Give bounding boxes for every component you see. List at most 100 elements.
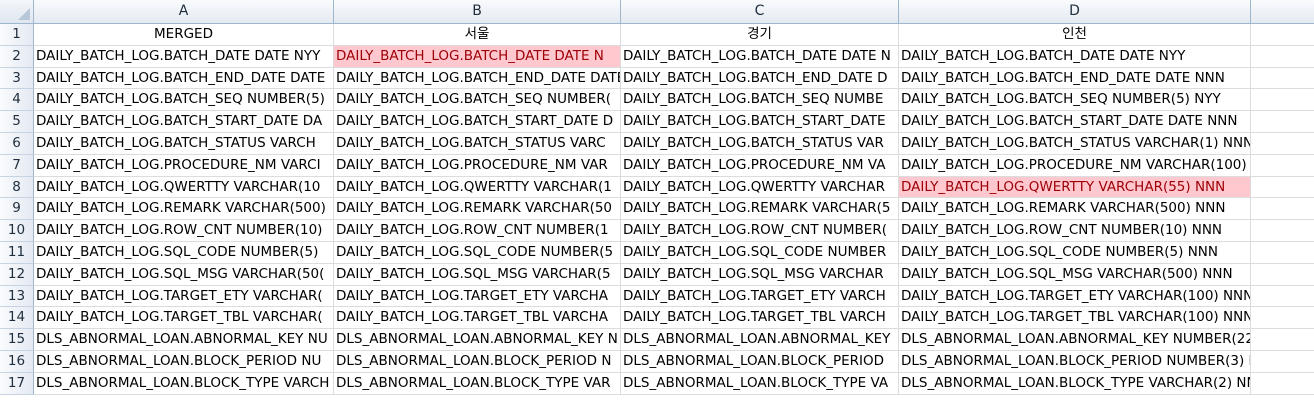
cell-b2[interactable]: DAILY_BATCH_LOG.BATCH_DATE DATE N xyxy=(334,45,621,68)
cell-b14[interactable]: DAILY_BATCH_LOG.TARGET_TBL VARCHA xyxy=(334,307,621,330)
column-header-e[interactable] xyxy=(1251,0,1314,24)
row-header-8[interactable]: 8 xyxy=(0,176,34,199)
cell-e8[interactable] xyxy=(1251,177,1314,199)
cell-b7[interactable]: DAILY_BATCH_LOG.PROCEDURE_NM VAR xyxy=(334,154,621,177)
cell-c14[interactable]: DAILY_BATCH_LOG.TARGET_TBL VARCH xyxy=(621,307,899,330)
cell-b6[interactable]: DAILY_BATCH_LOG.BATCH_STATUS VARC xyxy=(334,132,621,155)
row-header-7[interactable]: 7 xyxy=(0,154,34,177)
column-header-a[interactable]: A xyxy=(34,0,334,24)
cell-b12[interactable]: DAILY_BATCH_LOG.SQL_MSG VARCHAR(5 xyxy=(334,263,621,286)
row-header-10[interactable]: 10 xyxy=(0,220,34,242)
cell-a12[interactable]: DAILY_BATCH_LOG.SQL_MSG VARCHAR(50( xyxy=(34,263,334,286)
cell-b16[interactable]: DLS_ABNORMAL_LOAN.BLOCK_PERIOD N xyxy=(334,350,621,373)
cell-a10[interactable]: DAILY_BATCH_LOG.ROW_CNT NUMBER(10) xyxy=(34,220,334,242)
cell-a17[interactable]: DLS_ABNORMAL_LOAN.BLOCK_TYPE VARCH xyxy=(34,372,334,395)
row-header-16[interactable]: 16 xyxy=(0,350,34,373)
cell-e13[interactable] xyxy=(1251,286,1314,308)
cell-d13[interactable]: DAILY_BATCH_LOG.TARGET_ETY VARCHAR(100) … xyxy=(899,285,1251,308)
cell-c9[interactable]: DAILY_BATCH_LOG.REMARK VARCHAR(5 xyxy=(621,198,899,221)
cell-c15[interactable]: DLS_ABNORMAL_LOAN.ABNORMAL_KEY xyxy=(621,329,899,351)
cell-d12[interactable]: DAILY_BATCH_LOG.SQL_MSG VARCHAR(500) NNN xyxy=(899,263,1251,286)
cell-b4[interactable]: DAILY_BATCH_LOG.BATCH_SEQ NUMBER( xyxy=(334,89,621,112)
row-header-4[interactable]: 4 xyxy=(0,89,34,112)
cell-c17[interactable]: DLS_ABNORMAL_LOAN.BLOCK_TYPE VA xyxy=(621,372,899,395)
cell-a1[interactable]: MERGED xyxy=(34,24,334,46)
cell-d14[interactable]: DAILY_BATCH_LOG.TARGET_TBL VARCHAR(100) … xyxy=(899,307,1251,330)
cell-e6[interactable] xyxy=(1251,133,1314,155)
row-header-12[interactable]: 12 xyxy=(0,263,34,286)
cell-b17[interactable]: DLS_ABNORMAL_LOAN.BLOCK_TYPE VAR xyxy=(334,372,621,395)
row-header-2[interactable]: 2 xyxy=(0,45,34,68)
cell-a11[interactable]: DAILY_BATCH_LOG.SQL_CODE NUMBER(5) xyxy=(34,241,334,264)
row-header-17[interactable]: 17 xyxy=(0,372,34,395)
row-header-6[interactable]: 6 xyxy=(0,132,34,155)
row-header-13[interactable]: 13 xyxy=(0,285,34,308)
cell-a2[interactable]: DAILY_BATCH_LOG.BATCH_DATE DATE NYY xyxy=(34,45,334,68)
cell-a7[interactable]: DAILY_BATCH_LOG.PROCEDURE_NM VARCI xyxy=(34,154,334,177)
cell-b11[interactable]: DAILY_BATCH_LOG.SQL_CODE NUMBER(5 xyxy=(334,241,621,264)
cell-a3[interactable]: DAILY_BATCH_LOG.BATCH_END_DATE DATE xyxy=(34,67,334,90)
cell-d9[interactable]: DAILY_BATCH_LOG.REMARK VARCHAR(500) NNN xyxy=(899,198,1251,221)
cell-e3[interactable] xyxy=(1251,68,1314,90)
cell-c11[interactable]: DAILY_BATCH_LOG.SQL_CODE NUMBER xyxy=(621,241,899,264)
cell-c10[interactable]: DAILY_BATCH_LOG.ROW_CNT NUMBER( xyxy=(621,220,899,242)
cell-c3[interactable]: DAILY_BATCH_LOG.BATCH_END_DATE D xyxy=(621,67,899,90)
cell-e14[interactable] xyxy=(1251,307,1314,330)
cell-a6[interactable]: DAILY_BATCH_LOG.BATCH_STATUS VARCH xyxy=(34,132,334,155)
cell-d6[interactable]: DAILY_BATCH_LOG.BATCH_STATUS VARCHAR(1) … xyxy=(899,132,1251,155)
cell-c7[interactable]: DAILY_BATCH_LOG.PROCEDURE_NM VA xyxy=(621,154,899,177)
cell-c1[interactable]: 경기 xyxy=(621,24,899,46)
cell-e10[interactable] xyxy=(1251,220,1314,242)
cell-d8[interactable]: DAILY_BATCH_LOG.QWERTTY VARCHAR(55) NNN xyxy=(899,176,1251,199)
column-header-b[interactable]: B xyxy=(334,0,621,24)
cell-e5[interactable] xyxy=(1251,111,1314,133)
cell-e15[interactable] xyxy=(1251,329,1314,351)
select-all-corner[interactable] xyxy=(0,0,34,24)
cell-b10[interactable]: DAILY_BATCH_LOG.ROW_CNT NUMBER(1 xyxy=(334,220,621,242)
cell-b1[interactable]: 서울 xyxy=(334,24,621,46)
column-header-c[interactable]: C xyxy=(621,0,899,24)
cell-e17[interactable] xyxy=(1251,373,1314,395)
cell-d2[interactable]: DAILY_BATCH_LOG.BATCH_DATE DATE NYY xyxy=(899,45,1251,68)
cell-a13[interactable]: DAILY_BATCH_LOG.TARGET_ETY VARCHAR( xyxy=(34,285,334,308)
cell-e4[interactable] xyxy=(1251,89,1314,112)
cell-e9[interactable] xyxy=(1251,198,1314,221)
cell-b9[interactable]: DAILY_BATCH_LOG.REMARK VARCHAR(50 xyxy=(334,198,621,221)
cell-a16[interactable]: DLS_ABNORMAL_LOAN.BLOCK_PERIOD NU xyxy=(34,350,334,373)
row-header-5[interactable]: 5 xyxy=(0,111,34,133)
cell-a15[interactable]: DLS_ABNORMAL_LOAN.ABNORMAL_KEY NU xyxy=(34,329,334,351)
cell-c5[interactable]: DAILY_BATCH_LOG.BATCH_START_DATE xyxy=(621,111,899,133)
cell-c2[interactable]: DAILY_BATCH_LOG.BATCH_DATE DATE N xyxy=(621,45,899,68)
cell-d5[interactable]: DAILY_BATCH_LOG.BATCH_START_DATE DATE NN… xyxy=(899,111,1251,133)
cell-e7[interactable] xyxy=(1251,155,1314,177)
cell-e1[interactable] xyxy=(1251,24,1314,46)
cell-d10[interactable]: DAILY_BATCH_LOG.ROW_CNT NUMBER(10) NNN xyxy=(899,220,1251,242)
cell-b8[interactable]: DAILY_BATCH_LOG.QWERTTY VARCHAR(1 xyxy=(334,176,621,199)
cell-c13[interactable]: DAILY_BATCH_LOG.TARGET_ETY VARCH xyxy=(621,285,899,308)
cell-a5[interactable]: DAILY_BATCH_LOG.BATCH_START_DATE DA xyxy=(34,111,334,133)
row-header-1[interactable]: 1 xyxy=(0,24,34,46)
cell-a14[interactable]: DAILY_BATCH_LOG.TARGET_TBL VARCHAR( xyxy=(34,307,334,330)
cell-c4[interactable]: DAILY_BATCH_LOG.BATCH_SEQ NUMBE xyxy=(621,89,899,112)
spreadsheet-grid[interactable]: A B C D 1 MERGED 서울 경기 인천 2 DAILY_BATCH_L… xyxy=(0,0,1314,404)
cell-d15[interactable]: DLS_ABNORMAL_LOAN.ABNORMAL_KEY NUMBER(22… xyxy=(899,329,1251,351)
cell-e16[interactable] xyxy=(1251,351,1314,373)
cell-a8[interactable]: DAILY_BATCH_LOG.QWERTTY VARCHAR(10 xyxy=(34,176,334,199)
cell-d3[interactable]: DAILY_BATCH_LOG.BATCH_END_DATE DATE NNN xyxy=(899,67,1251,90)
column-header-d[interactable]: D xyxy=(899,0,1251,24)
cell-b15[interactable]: DLS_ABNORMAL_LOAN.ABNORMAL_KEY N xyxy=(334,329,621,351)
cell-b13[interactable]: DAILY_BATCH_LOG.TARGET_ETY VARCHA xyxy=(334,285,621,308)
cell-d4[interactable]: DAILY_BATCH_LOG.BATCH_SEQ NUMBER(5) NYY xyxy=(899,89,1251,112)
cell-c12[interactable]: DAILY_BATCH_LOG.SQL_MSG VARCHAR xyxy=(621,263,899,286)
row-header-9[interactable]: 9 xyxy=(0,198,34,221)
cell-e11[interactable] xyxy=(1251,242,1314,264)
cell-c8[interactable]: DAILY_BATCH_LOG.QWERTTY VARCHAR xyxy=(621,176,899,199)
cell-b5[interactable]: DAILY_BATCH_LOG.BATCH_START_DATE D xyxy=(334,111,621,133)
cell-d7[interactable]: DAILY_BATCH_LOG.PROCEDURE_NM VARCHAR(100… xyxy=(899,154,1251,177)
cell-a9[interactable]: DAILY_BATCH_LOG.REMARK VARCHAR(500) xyxy=(34,198,334,221)
cell-c6[interactable]: DAILY_BATCH_LOG.BATCH_STATUS VAR xyxy=(621,132,899,155)
cell-d17[interactable]: DLS_ABNORMAL_LOAN.BLOCK_TYPE VARCHAR(2) … xyxy=(899,372,1251,395)
row-header-3[interactable]: 3 xyxy=(0,67,34,90)
cell-a4[interactable]: DAILY_BATCH_LOG.BATCH_SEQ NUMBER(5) xyxy=(34,89,334,112)
cell-c16[interactable]: DLS_ABNORMAL_LOAN.BLOCK_PERIOD xyxy=(621,350,899,373)
